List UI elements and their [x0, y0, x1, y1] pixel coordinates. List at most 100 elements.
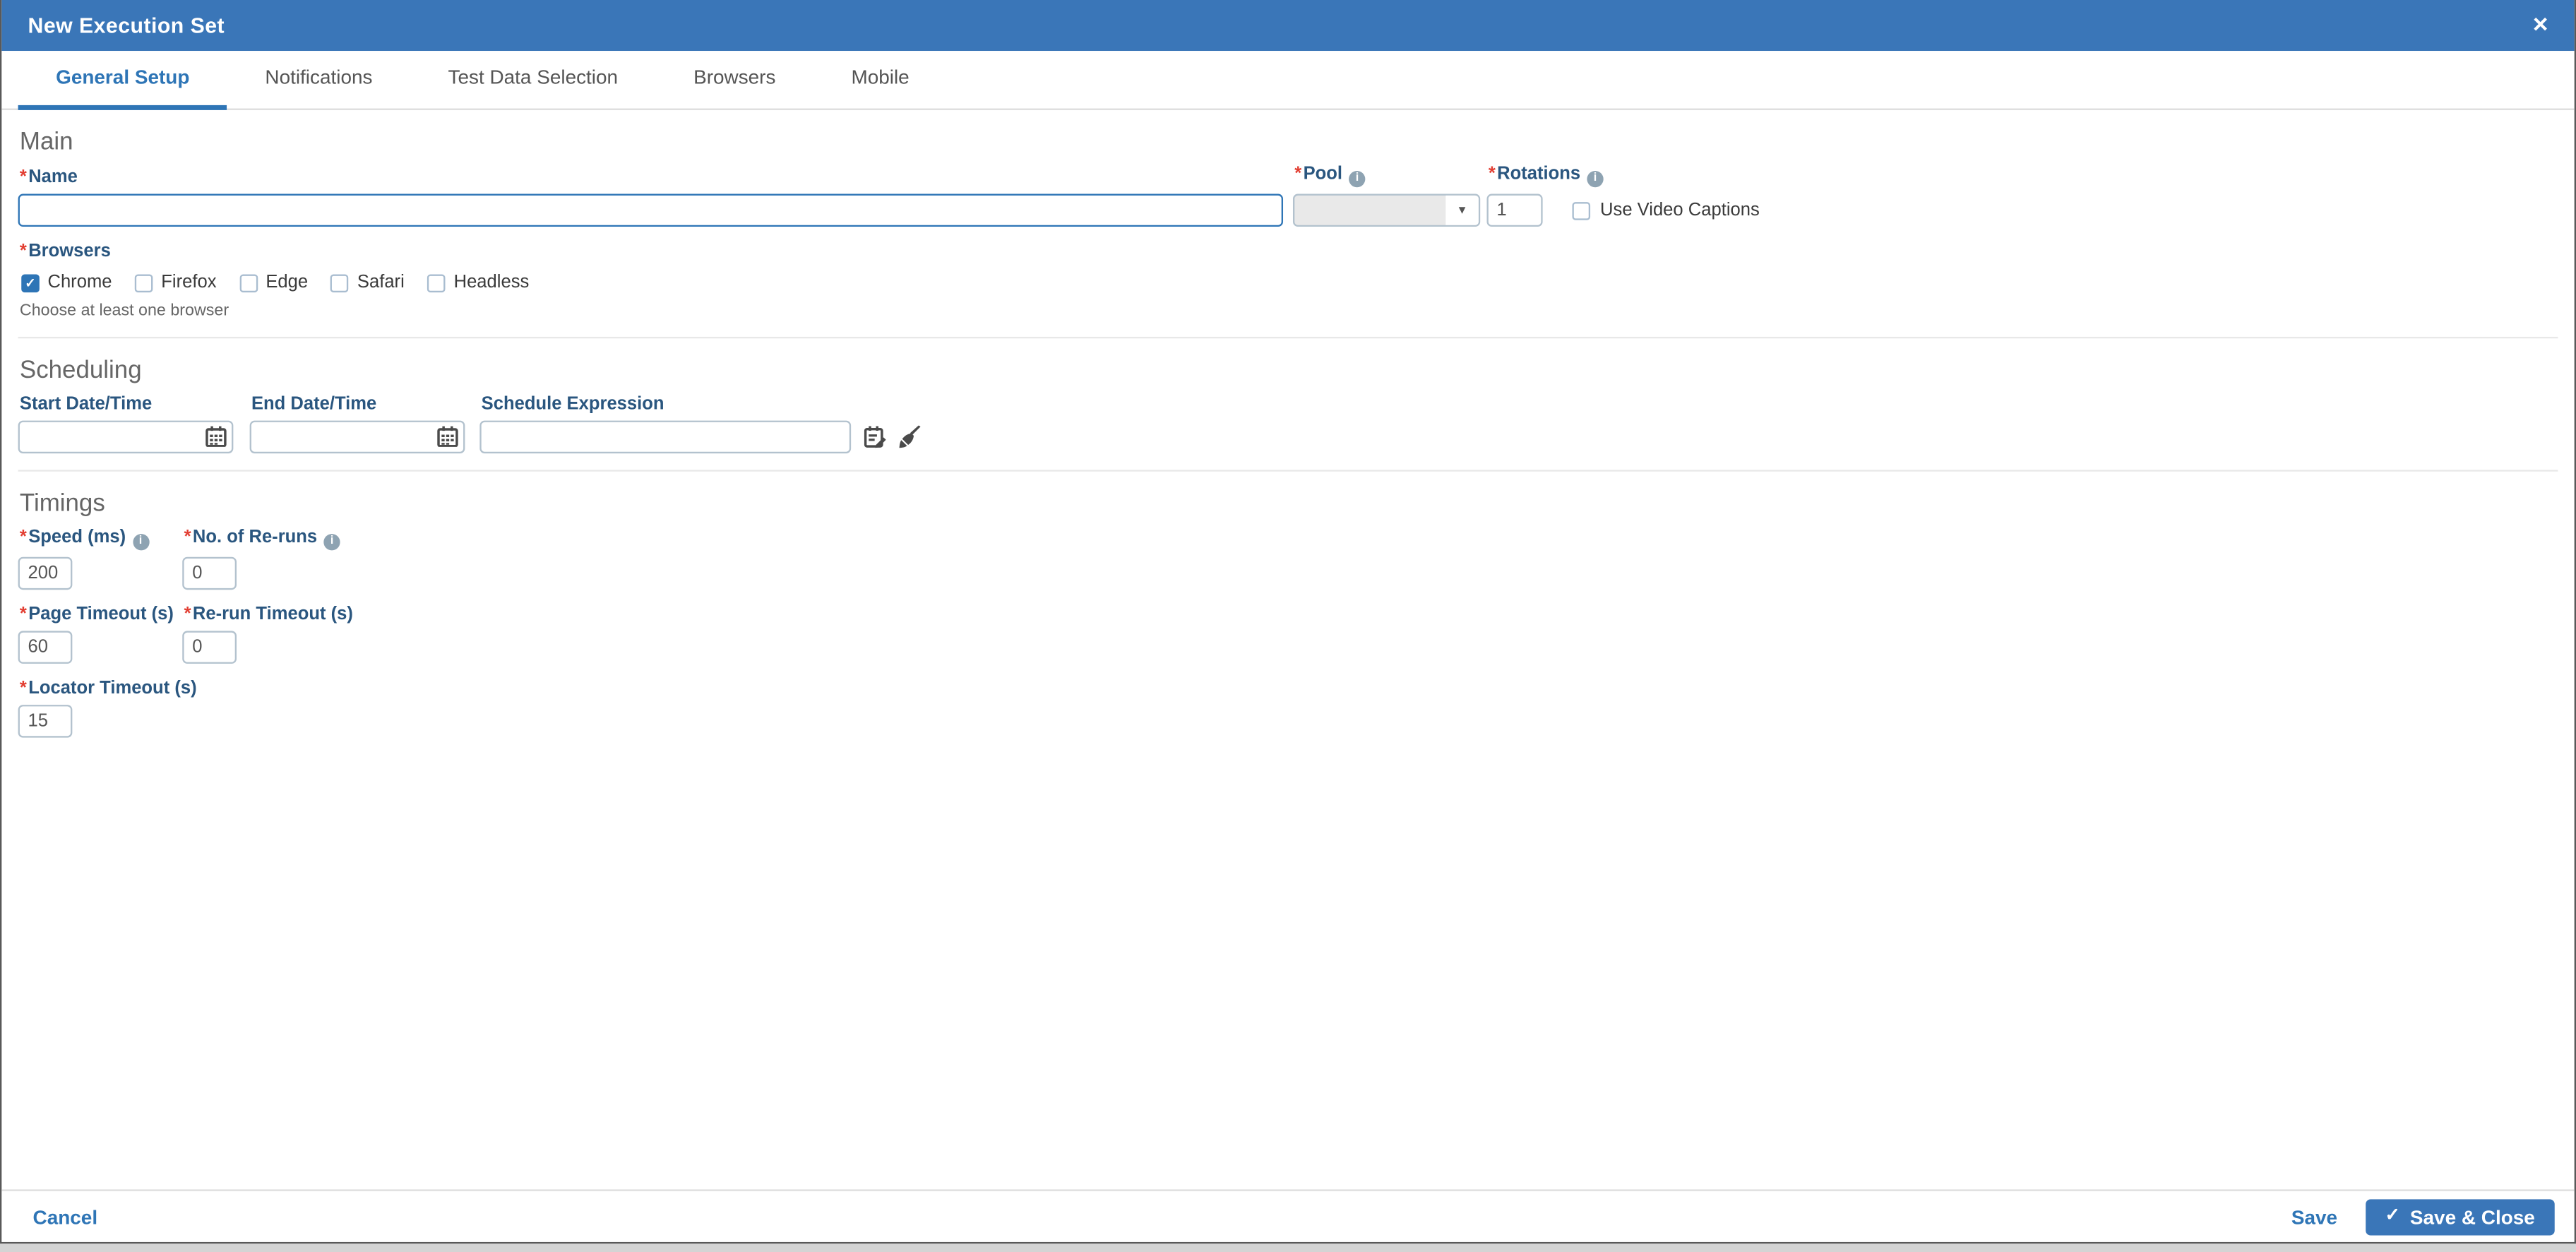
checkbox-icon — [135, 273, 153, 292]
section-heading-main: Main — [19, 128, 73, 157]
dialog-footer: Cancel Save ✓ Save & Close — [1, 1189, 2575, 1242]
save-and-close-label: Save & Close — [2409, 1205, 2535, 1229]
required-marker: * — [19, 604, 27, 625]
pool-select[interactable]: ▼ — [1292, 193, 1481, 227]
tab-bar: General Setup Notifications Test Data Se… — [1, 51, 2575, 110]
backdrop-strip — [0, 1244, 2576, 1252]
browsers-checkbox-row: ✓ Chrome Firefox Edge Safari Headless — [21, 273, 2558, 292]
cancel-button[interactable]: Cancel — [33, 1205, 98, 1229]
save-and-close-button[interactable]: ✓ Save & Close — [2365, 1198, 2555, 1235]
dialog-content: Main * Name * Pool i ▼ * Rotations i 1 U… — [1, 126, 2574, 738]
speed-input[interactable] — [18, 556, 73, 590]
end-datetime-input[interactable] — [249, 420, 465, 454]
end-datetime-label: End Date/Time — [251, 394, 377, 415]
required-marker: * — [184, 527, 191, 547]
schedule-expression-label: Schedule Expression — [481, 394, 664, 415]
end-datetime-group: End Date/Time — [249, 394, 465, 454]
browser-checkbox-edge[interactable]: Edge — [239, 273, 308, 292]
broom-icon[interactable] — [899, 425, 922, 449]
required-marker: * — [1294, 164, 1302, 184]
close-icon[interactable]: × — [2533, 11, 2548, 38]
tab-mobile[interactable]: Mobile — [813, 51, 947, 110]
checkbox-label: Firefox — [161, 273, 217, 293]
reruns-field-group: * No. of Re-runs i — [182, 527, 340, 590]
pool-label: * Pool i — [1294, 165, 1480, 188]
rerun-timeout-input[interactable] — [182, 631, 237, 664]
section-divider — [18, 336, 2558, 339]
checkbox-label: Safari — [357, 273, 405, 293]
checkbox-icon — [1572, 201, 1591, 220]
section-divider — [18, 470, 2558, 472]
screen: New Execution Set × General Setup Notifi… — [0, 0, 2576, 1252]
rerun-timeout-label: * Re-run Timeout (s) — [184, 604, 353, 625]
checkbox-icon — [239, 273, 258, 292]
browsers-helper-text: Choose at least one browser — [19, 302, 229, 321]
new-execution-set-dialog: New Execution Set × General Setup Notifi… — [0, 0, 2576, 1244]
info-icon[interactable]: i — [1587, 170, 1604, 188]
timings-row-2: *Page Timeout (s) *Re-run Timeout (s) — [18, 604, 2558, 664]
schedule-expression-group: Schedule Expression — [479, 394, 852, 454]
main-fields-row: *Name *Pooli ▼ *Rotationsi Use Video Cap… — [18, 165, 2558, 227]
calendar-icon[interactable] — [437, 426, 458, 447]
rerun-timeout-field-group: * Re-run Timeout (s) — [182, 604, 353, 664]
checkbox-icon — [427, 273, 446, 292]
page-timeout-label: * Page Timeout (s) — [19, 604, 174, 625]
page-timeout-input[interactable] — [18, 631, 73, 664]
chevron-down-icon[interactable]: ▼ — [1445, 195, 1479, 225]
checkbox-icon: ✓ — [21, 273, 40, 292]
dialog-title: New Execution Set — [28, 13, 225, 38]
browser-checkbox-headless[interactable]: Headless — [427, 273, 529, 292]
page-timeout-field-group: * Page Timeout (s) — [18, 604, 183, 664]
start-datetime-input[interactable] — [18, 420, 234, 454]
required-marker: * — [19, 527, 27, 547]
calendar-edit-icon[interactable] — [864, 426, 888, 449]
end-datetime-wrap — [249, 420, 465, 454]
browser-checkbox-chrome[interactable]: ✓ Chrome — [21, 273, 112, 292]
dialog-header: New Execution Set × — [1, 0, 2575, 52]
browsers-block: * Browsers ✓ Chrome Firefox Edge Safari … — [18, 242, 2558, 321]
schedule-expression-input[interactable] — [479, 420, 852, 454]
name-field-group: * Name — [18, 167, 1284, 227]
name-label: * Name — [19, 167, 78, 188]
rotations-field-group: * Rotations i — [1486, 164, 1604, 227]
browser-checkbox-firefox[interactable]: Firefox — [135, 273, 217, 293]
checkbox-icon — [330, 273, 350, 292]
locator-timeout-field-group: * Locator Timeout (s) — [18, 678, 197, 738]
browsers-label: * Browsers — [19, 241, 111, 261]
reruns-input[interactable] — [182, 556, 237, 590]
required-marker: * — [19, 167, 27, 188]
start-datetime-wrap — [18, 420, 234, 454]
rotations-input[interactable] — [1486, 193, 1543, 227]
locator-timeout-label: * Locator Timeout (s) — [19, 678, 197, 698]
timings-row-1: *Speed (ms)i *No. of Re-runsi — [18, 527, 2558, 590]
info-icon[interactable]: i — [1349, 170, 1366, 188]
speed-label: * Speed (ms) i — [20, 527, 182, 551]
start-datetime-group: Start Date/Time — [18, 394, 234, 454]
tab-notifications[interactable]: Notifications — [227, 51, 410, 110]
rotations-label: * Rotations i — [1488, 164, 1604, 188]
calendar-icon[interactable] — [205, 426, 227, 447]
required-marker: * — [1488, 164, 1496, 184]
info-icon[interactable]: i — [132, 534, 149, 551]
checkbox-label: Headless — [453, 273, 530, 293]
info-icon[interactable]: i — [323, 534, 340, 551]
tab-general-setup[interactable]: General Setup — [18, 51, 227, 110]
checkbox-label: Edge — [266, 273, 309, 293]
required-marker: * — [19, 241, 27, 261]
save-button[interactable]: Save — [2291, 1205, 2337, 1229]
check-icon: ✓ — [2385, 1205, 2400, 1226]
locator-timeout-input[interactable] — [18, 705, 73, 738]
tab-test-data-selection[interactable]: Test Data Selection — [410, 51, 656, 110]
scheduling-fields-row: Start Date/Time End Date/Time Schedule E… — [18, 394, 2558, 454]
speed-field-group: * Speed (ms) i — [18, 527, 183, 590]
start-datetime-label: Start Date/Time — [19, 394, 153, 415]
pool-field-group: * Pool i ▼ — [1292, 165, 1481, 227]
required-marker: * — [184, 604, 191, 625]
reruns-label: * No. of Re-runs i — [184, 527, 340, 551]
checkbox-label: Use Video Captions — [1600, 200, 1760, 220]
use-video-captions-checkbox[interactable]: Use Video Captions — [1572, 194, 1760, 227]
browser-checkbox-safari[interactable]: Safari — [330, 273, 405, 293]
schedule-expression-tools — [864, 425, 922, 449]
tab-browsers[interactable]: Browsers — [656, 51, 813, 110]
name-input[interactable] — [18, 193, 1284, 227]
